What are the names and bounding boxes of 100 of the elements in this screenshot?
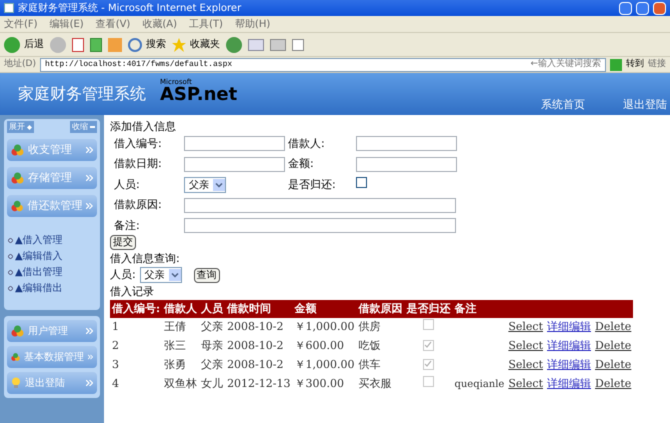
search-button[interactable]: 搜索 [128,37,166,52]
double-chevron-icon [86,147,93,153]
table-cell-text: 父亲 [200,357,224,374]
double-chevron-icon [86,328,93,334]
table-cell-text: 2008-10-2 [226,338,284,354]
sidebar-link[interactable]: ▲借入管理 [15,233,63,248]
lightbulb-icon [11,377,21,389]
amount-field[interactable] [356,156,457,172]
balls-icon [11,200,24,212]
plus-diamond-icon [27,124,32,130]
delete-link[interactable]: Delete [595,358,632,372]
reason-field[interactable] [184,198,456,213]
menu-item[interactable]: 查看(V) [96,16,130,32]
table-cell-text: 张勇 [163,357,188,374]
forward-icon[interactable] [50,36,66,52]
table-cell: 供房 [356,318,404,337]
edit-link[interactable]: 详细编辑 [547,377,592,390]
menu-item[interactable]: 工具(T) [189,16,223,32]
select-link[interactable]: Select [508,339,544,352]
table-cell-text: 双鱼林 [163,376,198,392]
delete-link[interactable]: Delete [595,377,632,390]
sidebar-link[interactable]: ▲编辑借出 [15,281,63,296]
table-title: 借入记录 [110,284,155,300]
column-header: 借入编号: [110,300,162,318]
menu-item[interactable]: 收藏(A) [142,16,177,32]
table-cell-text: 4 [111,376,120,392]
delete-link[interactable]: Delete [595,320,632,334]
diamond-bullet-icon [8,270,13,275]
back-button[interactable]: 后退 [4,36,44,52]
field-label: 人员: [110,267,136,283]
table-cell-text: ￥600.00 [293,338,345,354]
balls-icon [11,351,20,363]
delete-link[interactable]: Delete [595,339,632,352]
nav-link[interactable]: 系统首页 [541,96,585,113]
site-title: 家庭财务管理系统 [18,83,146,105]
double-chevron-icon [86,175,93,181]
table-cell-text: 3 [111,357,120,374]
table-cell: 1 [110,318,162,337]
table-cell: ￥1,000.00 [292,318,356,337]
menu-item[interactable]: 帮助(H) [234,16,270,32]
table-cell-text: 2008-10-2 [226,357,284,374]
table-cell-text: 供车 [357,357,382,374]
table-cell-text: 母亲 [200,338,224,354]
double-chevron-icon [86,203,93,209]
close-button[interactable] [653,2,666,14]
select-link[interactable]: Select [508,320,544,334]
person-dropdown[interactable]: 父亲 [140,267,182,284]
query-title: 借入信息查询: [110,250,181,266]
form-title: 添加借入信息 [110,119,177,135]
field-label: 金额: [288,156,315,172]
table-cell-text: 吃饭 [357,338,382,354]
table-cell-text: 2012-12-13 [226,376,292,392]
column-header: 金额 [292,300,356,318]
menu-item[interactable]: 文件(F) [4,16,38,32]
nav-link[interactable]: 退出登陆 [623,96,667,113]
field-label: 备注: [114,218,141,234]
person-dropdown[interactable]: 父亲 [184,177,226,193]
table-cell: 王倩 [162,318,200,337]
id-field[interactable] [184,136,285,152]
menu-item[interactable]: 编辑(E) [50,16,84,32]
diamond-bullet-icon [8,254,13,259]
date-field[interactable] [184,156,285,172]
balls-icon [11,172,24,184]
address-label: 地址(D) [4,58,36,71]
table-cell-text: 张三 [163,338,188,354]
table-cell: queqianle [454,379,504,390]
column-header: 借款时间 [225,300,292,318]
edit-link[interactable]: 详细编辑 [547,339,592,352]
column-header: 借款人 [162,300,200,318]
minus-icon [90,126,95,128]
favorites-button[interactable]: 收藏夹 [172,37,220,52]
balls-icon [11,144,24,156]
diamond-bullet-icon [8,286,13,291]
submit-button[interactable]: 提交 [110,235,136,250]
table-cell-text: 买衣服 [357,376,392,392]
table-cell-text: 女儿 [200,376,224,392]
edit-link[interactable]: 详细编辑 [547,320,592,334]
field-label: 是否归还: [288,176,337,192]
field-label: 借款日期: [114,156,163,172]
sidebar-link[interactable]: ▲借出管理 [15,265,63,280]
edit-link[interactable]: 详细编辑 [547,358,592,372]
borrower-field[interactable] [356,136,457,152]
table-cell-text: ￥1,000.00 [293,357,356,374]
select-link[interactable]: Select [508,377,544,390]
address-field[interactable]: http://localhost:4017/fwms/default.aspx ←输入关键词搜索 [40,58,606,72]
field-label: 借款原因: [114,197,163,213]
links-label[interactable]: 链接 [648,58,666,72]
field-label: 借款人: [288,136,326,152]
go-button[interactable]: 转到 [610,58,644,72]
table-cell-text: ￥300.00 [293,376,345,392]
field-label: 借入编号: [114,136,163,152]
query-button[interactable]: 查询 [194,268,220,283]
returned-checkbox[interactable] [356,176,367,188]
column-header: 人员 [199,300,226,318]
select-link[interactable]: Select [508,358,544,372]
star-icon [172,38,186,52]
note-field[interactable] [184,218,456,234]
balls-icon [11,325,24,337]
column-header: 是否归还 [404,300,452,318]
sidebar-link[interactable]: ▲编辑借入 [15,249,63,264]
